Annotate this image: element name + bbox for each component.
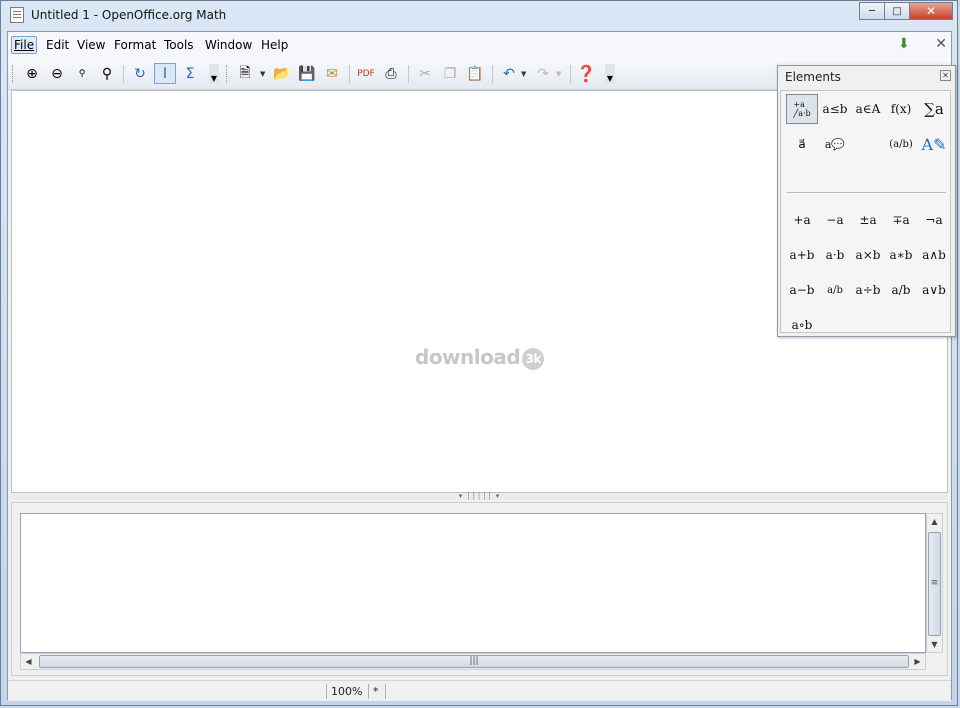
unary-binary-operators-icon[interactable]: +a ╱a·b: [786, 94, 818, 124]
elements-icon[interactable]: Σ: [179, 63, 201, 84]
element-a-minus-b[interactable]: a−b: [786, 275, 818, 305]
scroll-right-icon[interactable]: ▶: [910, 654, 925, 669]
save-icon[interactable]: 💾: [296, 63, 318, 84]
window-title: Untitled 1 - OpenOffice.org Math: [31, 8, 227, 22]
undo-icon[interactable]: ↶: [498, 63, 520, 84]
maximize-button[interactable]: □: [884, 2, 910, 20]
horizontal-scrollbar[interactable]: ◀ ||| ▶: [20, 653, 926, 670]
minimize-button[interactable]: ─: [859, 2, 885, 20]
close-button[interactable]: ✕: [909, 2, 953, 20]
relations-icon[interactable]: a≤b: [819, 94, 851, 124]
menu-view[interactable]: View: [75, 37, 107, 53]
close-document-icon[interactable]: ✕: [935, 36, 947, 52]
menu-window[interactable]: Window: [203, 37, 254, 53]
element-a-circ-b[interactable]: a∘b: [786, 310, 818, 340]
status-bar: 100% *: [8, 680, 951, 701]
element-plus-a[interactable]: +a: [786, 205, 818, 235]
modified-status: *: [368, 684, 386, 699]
elements-close-icon[interactable]: ✕: [940, 70, 951, 81]
email-icon[interactable]: ✉: [321, 63, 343, 84]
horizontal-scroll-thumb[interactable]: |||: [39, 655, 909, 668]
functions-icon[interactable]: f(x): [885, 94, 917, 124]
commands-pane: ▲ ≡ ▼ ◀ ||| ▶: [11, 502, 948, 676]
new-icon[interactable]: 🗎: [234, 63, 256, 84]
elements-grid: +a ╱a·b a≤b a∈A f(x) ∑a a⃗ a💬 (a/b) A✎ +a…: [780, 90, 951, 333]
print-icon[interactable]: ⎙: [380, 63, 402, 84]
element-a-or-b[interactable]: a∨b: [918, 275, 950, 305]
download-update-icon[interactable]: ⬇: [898, 36, 910, 52]
element-minus-plus-a[interactable]: ∓a: [885, 205, 917, 235]
cut-icon[interactable]: ✂: [414, 63, 436, 84]
menu-format[interactable]: Format: [112, 37, 158, 53]
element-not-a[interactable]: ¬a: [918, 205, 950, 235]
watermark: download 3k: [415, 345, 545, 370]
vertical-scroll-thumb[interactable]: ≡: [928, 532, 941, 636]
menu-edit[interactable]: Edit: [44, 37, 71, 53]
commands-editor[interactable]: [20, 513, 926, 653]
element-a-and-b[interactable]: a∧b: [918, 240, 950, 270]
element-a-plus-b[interactable]: a+b: [786, 240, 818, 270]
element-plus-minus-a[interactable]: ±a: [852, 205, 884, 235]
new-dropdown-icon[interactable]: ▼: [260, 70, 265, 78]
attributes-icon[interactable]: a⃗: [786, 129, 818, 159]
watermark-badge: 3k: [522, 347, 545, 370]
pane-splitter[interactable]: ▾ ┆┆┆┆┆ ▾: [11, 493, 948, 500]
element-a-ast-b[interactable]: a∗b: [885, 240, 917, 270]
title-bar[interactable]: Untitled 1 - OpenOffice.org Math ─ □ ✕: [1, 1, 957, 31]
export-pdf-icon[interactable]: PDF: [355, 63, 377, 84]
menu-file[interactable]: File: [11, 36, 38, 54]
scroll-down-icon[interactable]: ▼: [927, 637, 942, 652]
copy-icon[interactable]: ❐: [439, 63, 461, 84]
app-icon: [10, 7, 24, 23]
scroll-up-icon[interactable]: ▲: [927, 514, 942, 529]
toolbar-overflow-icon[interactable]: ▼: [209, 64, 219, 84]
element-minus-a[interactable]: −a: [819, 205, 851, 235]
element-a-times-b[interactable]: a×b: [852, 240, 884, 270]
undo-dropdown-icon[interactable]: ▼: [521, 70, 526, 78]
zoom-status[interactable]: 100%: [326, 684, 371, 699]
redo-icon[interactable]: ↷: [532, 63, 554, 84]
toolbar-grip[interactable]: [12, 65, 15, 83]
toolbar-overflow-2-icon[interactable]: ▼: [605, 64, 615, 84]
element-a-div-b[interactable]: a÷b: [852, 275, 884, 305]
element-a-slash-b[interactable]: a/b: [885, 275, 917, 305]
elements-divider: [787, 192, 946, 193]
open-icon[interactable]: 📂: [271, 63, 293, 84]
menu-tools[interactable]: Tools: [162, 37, 196, 53]
brackets-icon[interactable]: (a/b): [885, 129, 917, 159]
zoom-icon[interactable]: ⚲: [96, 63, 118, 84]
zoom-in-icon[interactable]: ⊕: [21, 63, 43, 84]
vertical-scrollbar[interactable]: ▲ ≡ ▼: [926, 513, 943, 653]
window-controls: ─ □ ✕: [859, 2, 953, 22]
elements-title: Elements: [785, 70, 841, 84]
elements-panel: Elements ✕ +a ╱a·b a≤b a∈A f(x) ∑a a⃗ a💬 …: [777, 65, 956, 337]
toolbar-grip-2[interactable]: [226, 65, 229, 83]
formats-icon[interactable]: A✎: [918, 129, 950, 159]
others-icon[interactable]: a💬: [819, 129, 851, 159]
menu-bar: File Edit View Format Tools Window Help …: [8, 32, 951, 59]
redo-dropdown-icon[interactable]: ▼: [556, 70, 561, 78]
operators-icon[interactable]: ∑a: [918, 94, 950, 124]
formula-cursor-icon[interactable]: I: [154, 63, 176, 84]
element-a-cdot-b[interactable]: a·b: [819, 240, 851, 270]
update-icon[interactable]: ↻: [129, 63, 151, 84]
paste-icon[interactable]: 📋: [464, 63, 486, 84]
scroll-left-icon[interactable]: ◀: [21, 654, 36, 669]
zoom-out-icon[interactable]: ⊖: [46, 63, 68, 84]
element-a-over-b[interactable]: a/b: [819, 275, 851, 305]
zoom-100-icon[interactable]: ⚲: [71, 63, 93, 84]
help-icon[interactable]: ❓: [575, 63, 597, 84]
set-operations-icon[interactable]: a∈A: [852, 94, 884, 124]
menu-help[interactable]: Help: [259, 37, 290, 53]
